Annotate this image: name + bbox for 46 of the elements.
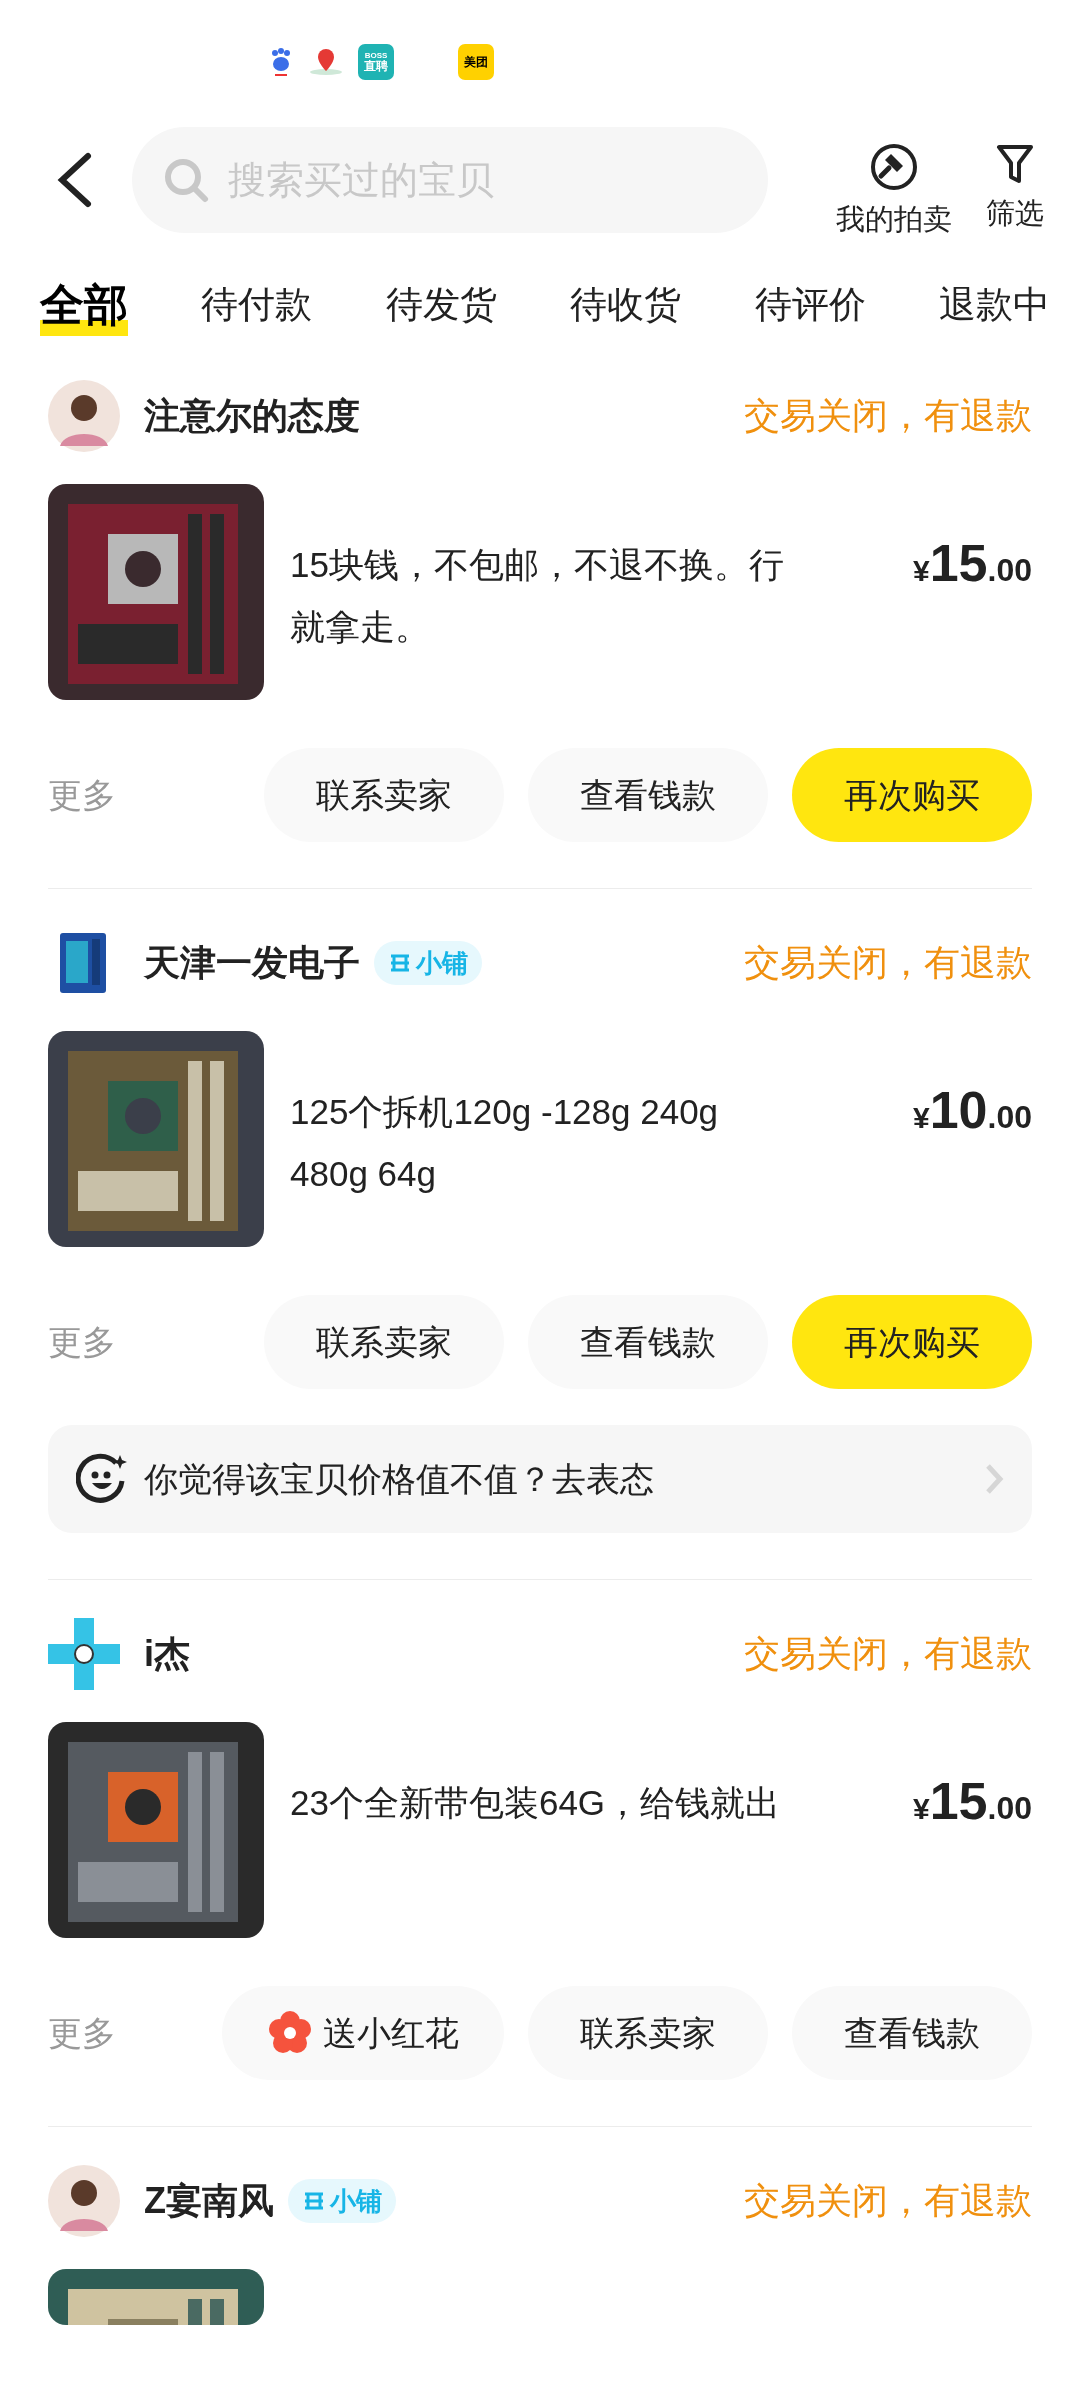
item-title: 15块钱，不包邮，不退不换。行就拿走。 bbox=[290, 544, 785, 648]
smiley-icon bbox=[76, 1453, 128, 1505]
seller-name[interactable]: 注意尔的态度 bbox=[144, 389, 360, 443]
seller-name[interactable]: i杰 bbox=[144, 1627, 190, 1681]
send-flower-button[interactable]: 送小红花 bbox=[222, 1986, 504, 2080]
shop-badge: 小铺 bbox=[288, 2179, 396, 2223]
seller-name[interactable]: 天津一发电子 bbox=[144, 936, 360, 990]
feedback-prompt: 你觉得该宝贝价格值不值？去表态 bbox=[144, 1458, 654, 1500]
order-status: 交易关闭，有退款 bbox=[744, 941, 1032, 985]
price: ¥15.00 bbox=[913, 533, 1032, 594]
gavel-icon bbox=[869, 142, 919, 193]
map-pin-icon bbox=[308, 47, 344, 77]
order-action-button[interactable]: 查看钱款 bbox=[528, 748, 768, 842]
item-title: 125个拆机120g -128g 240g 480g 64g bbox=[290, 1091, 720, 1195]
order-action-button[interactable]: 查看钱款 bbox=[792, 1986, 1032, 2080]
avatar bbox=[48, 2165, 120, 2237]
app-icon: BOSS 直聘 bbox=[358, 44, 394, 80]
app-icon: 美团 bbox=[458, 44, 494, 80]
order-action-button[interactable]: 联系卖家 bbox=[264, 748, 504, 842]
order-tab[interactable]: 全部 bbox=[40, 272, 128, 338]
search-icon bbox=[162, 156, 210, 204]
order-status: 交易关闭，有退款 bbox=[744, 1632, 1032, 1676]
order-tab[interactable]: 退款中 bbox=[938, 277, 1050, 333]
price-feedback-banner[interactable]: 你觉得该宝贝价格值不值？去表态 bbox=[48, 1425, 1032, 1533]
my-auctions-button[interactable]: 我的拍卖 bbox=[836, 142, 952, 242]
order-tab[interactable]: 待付款 bbox=[201, 277, 313, 333]
order-status: 交易关闭，有退款 bbox=[744, 394, 1032, 438]
price: ¥15.00 bbox=[913, 1771, 1032, 1832]
item-title: 23个全新带包装64G，给钱就出 bbox=[290, 1782, 782, 1824]
cross-icon bbox=[48, 1618, 120, 1690]
filter-button[interactable]: 筛选 bbox=[986, 142, 1044, 242]
buy-again-button[interactable]: 再次购买 bbox=[792, 1295, 1032, 1389]
order-status: 交易关闭，有退款 bbox=[744, 2179, 1032, 2223]
buy-again-button[interactable]: 再次购买 bbox=[792, 748, 1032, 842]
flower-icon bbox=[267, 2010, 313, 2056]
order-action-button[interactable]: 联系卖家 bbox=[264, 1295, 504, 1389]
price: ¥10.00 bbox=[913, 1080, 1032, 1141]
shop-badge: 小铺 bbox=[374, 941, 482, 985]
avatar bbox=[48, 380, 120, 452]
order-action-button[interactable]: 查看钱款 bbox=[528, 1295, 768, 1389]
seller-name[interactable]: Z宴南风 bbox=[144, 2174, 274, 2228]
chevron-right-icon bbox=[984, 1462, 1004, 1496]
order-tab[interactable]: 待评价 bbox=[754, 277, 866, 333]
order-tab[interactable]: 待收货 bbox=[570, 277, 682, 333]
order-action-button[interactable]: 联系卖家 bbox=[528, 1986, 768, 2080]
order-tab[interactable]: 待发货 bbox=[385, 277, 497, 333]
